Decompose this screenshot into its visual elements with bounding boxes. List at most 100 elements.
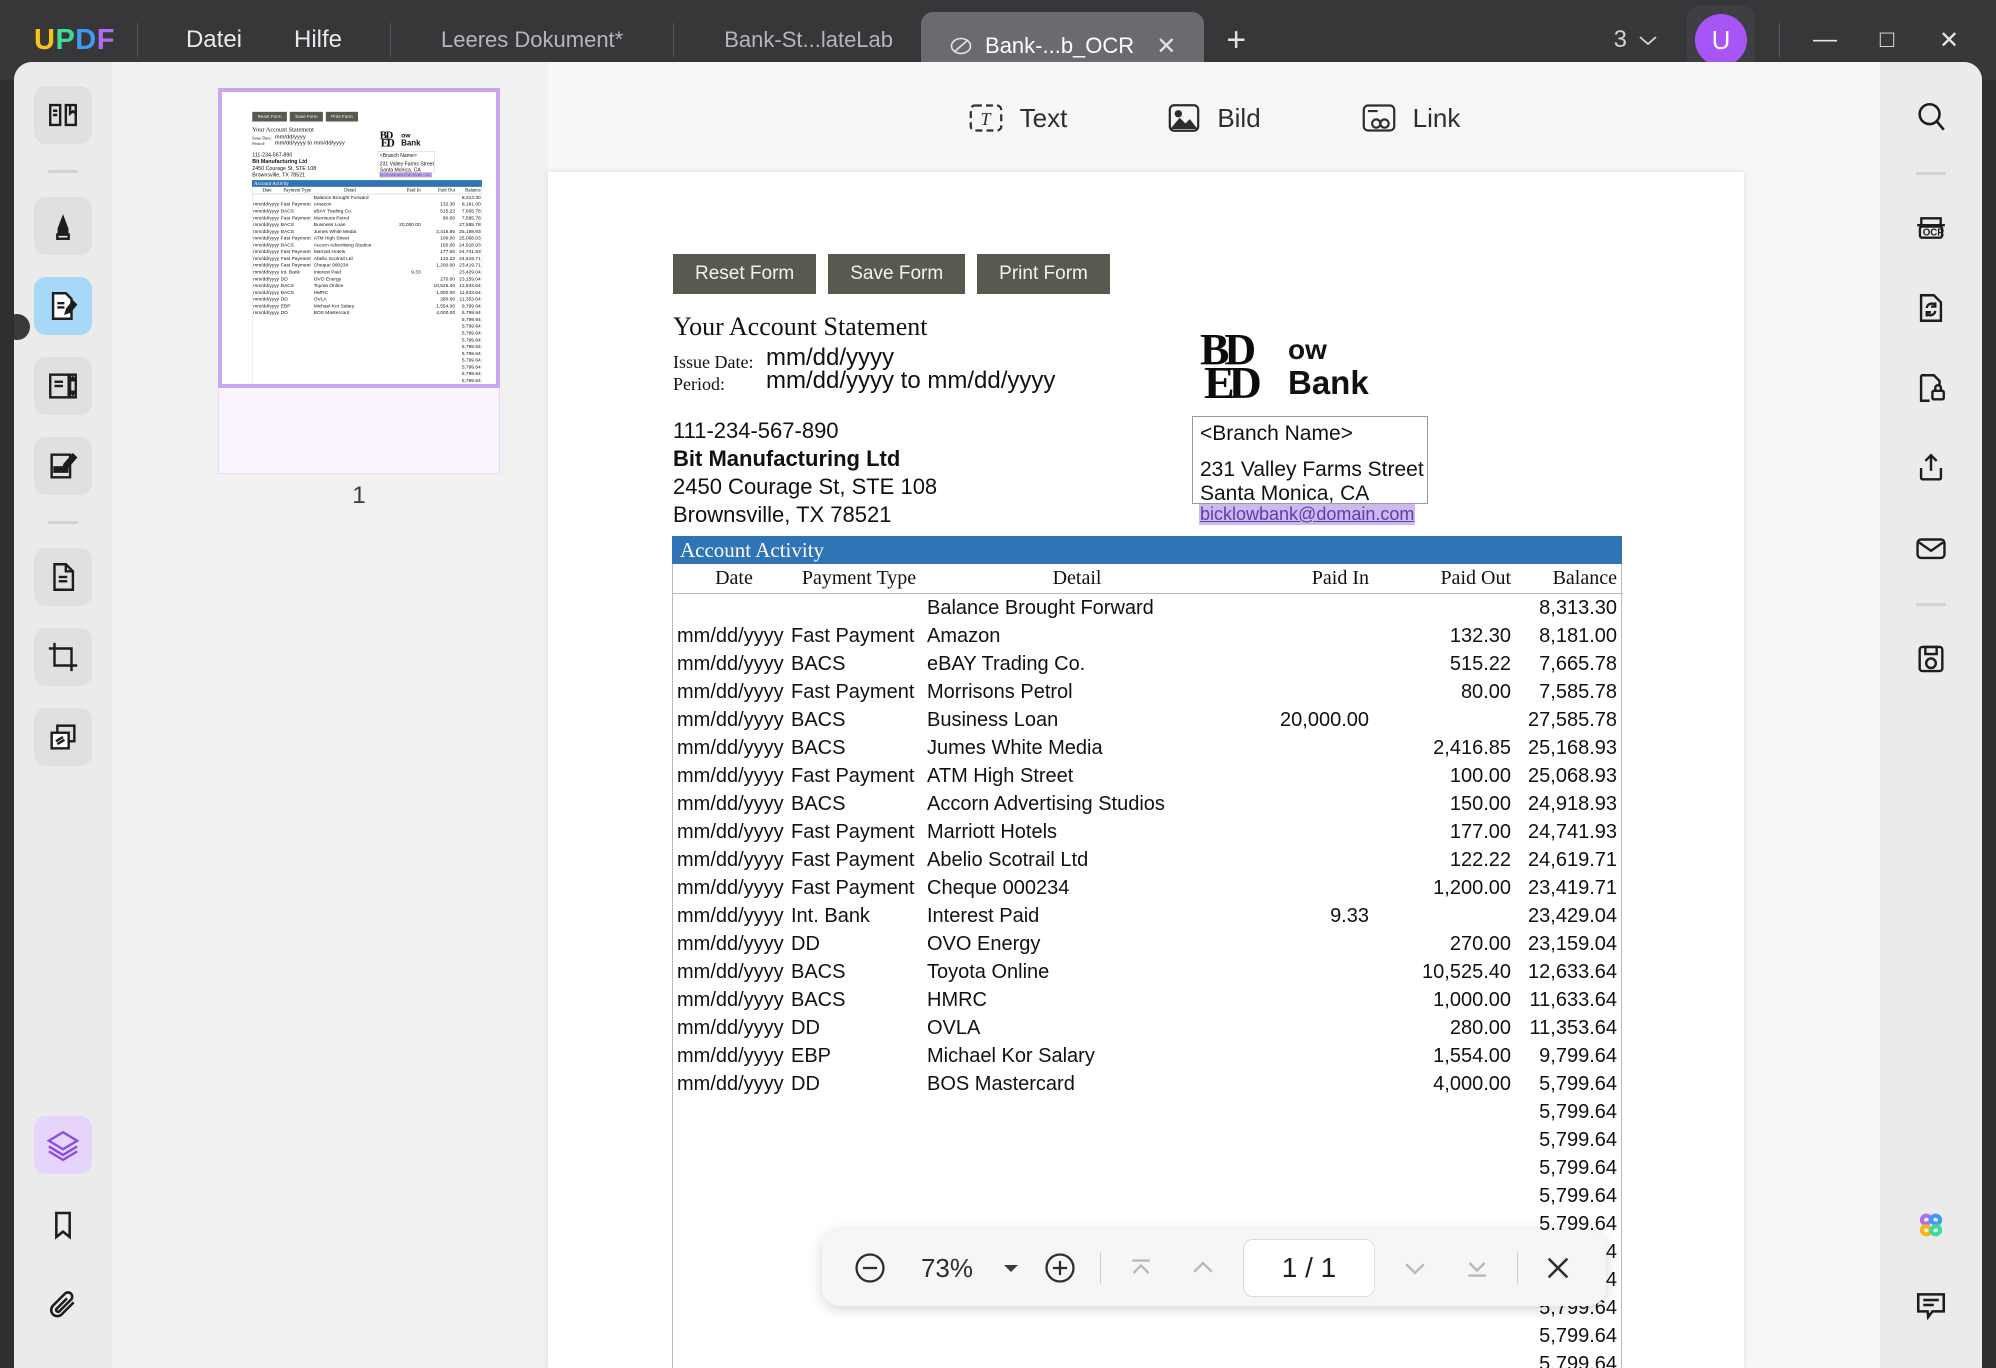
form-button-2[interactable]: Print Form <box>325 111 358 122</box>
form-button-1[interactable]: Save Form <box>289 111 323 122</box>
table-row: mm/dd/yyyy Fast Payment Abelio Scotrail … <box>673 846 1623 874</box>
right-item-convert[interactable] <box>1902 279 1960 337</box>
cell-detail <box>314 316 387 323</box>
cell-payment-type: BACS <box>791 792 846 815</box>
menu-item-datei[interactable]: Datei <box>160 26 268 54</box>
zoom-in-button[interactable] <box>1038 1246 1082 1290</box>
cell-payment-type <box>791 1126 927 1154</box>
form-button-0[interactable]: Reset Form <box>252 111 287 122</box>
cell-date: mm/dd/yyyy <box>677 1072 784 1095</box>
right-item-ai-assistant[interactable] <box>1902 1196 1960 1254</box>
branch-email-link[interactable]: bicklowbank@domain.com <box>379 172 432 178</box>
close-window-button[interactable]: ✕ <box>1918 10 1980 70</box>
menu-item-hilfe[interactable]: Hilfe <box>268 26 368 54</box>
sidebar-item-convert[interactable] <box>34 548 92 606</box>
pdf-page[interactable]: Reset Form Save Form Print Form Your Accou… <box>548 172 1744 1368</box>
cell-paid-out: 122.22 <box>440 255 456 262</box>
cell-paid-out: 122.22 <box>1449 848 1511 871</box>
cell-balance: 5,799.64 <box>461 337 481 343</box>
cell-date <box>252 357 281 364</box>
right-item-comment[interactable] <box>1902 1276 1960 1334</box>
right-item-ocr[interactable]: OCR <box>1902 199 1960 257</box>
next-page-button[interactable] <box>1393 1246 1437 1290</box>
table-row: 5,799.64 <box>673 1322 1623 1350</box>
form-button-0[interactable]: Reset Form <box>673 254 817 294</box>
sidebar-item-reader-mode[interactable] <box>34 86 92 144</box>
sidebar-item-edit-pdf[interactable] <box>34 277 92 335</box>
annotate-highlighter-icon <box>46 209 80 243</box>
sidebar-item-annotate[interactable] <box>34 197 92 255</box>
cell-paid-out <box>1369 594 1511 623</box>
cell-date <box>673 1350 791 1368</box>
tab-close-icon[interactable]: ✕ <box>1156 32 1176 61</box>
sidebar-item-layers[interactable] <box>34 1116 92 1174</box>
form-button-2[interactable]: Print Form <box>977 254 1110 294</box>
cell-detail: BOS Mastercard <box>927 1072 1075 1095</box>
window-count-value: 3 <box>1613 26 1627 53</box>
sidebar-item-organize-pages[interactable] <box>34 357 92 415</box>
cell-date <box>252 194 281 201</box>
sidebar-item-bookmarks[interactable] <box>34 1196 92 1254</box>
table-row: mm/dd/yyyy Fast Payment Morrisons Petrol… <box>252 214 482 221</box>
edit-tool-image[interactable]: Bild <box>1167 102 1261 134</box>
minimize-button[interactable]: — <box>1794 10 1856 70</box>
edit-tool-link[interactable]: Link <box>1361 102 1460 134</box>
zoom-dropdown-icon[interactable] <box>1002 1262 1020 1274</box>
panel-collapse-handle[interactable] <box>14 314 30 340</box>
company-address-line-2: Brownsville, TX 78521 <box>252 171 306 178</box>
right-item-search[interactable] <box>1902 88 1960 146</box>
right-item-save-as[interactable] <box>1902 630 1960 688</box>
sidebar-item-fill-and-sign[interactable] <box>34 437 92 495</box>
right-item-share[interactable] <box>1902 439 1960 497</box>
cell-detail: Balance Brought Forward <box>927 596 1154 619</box>
cell-paid-out: 1,554.00 <box>1433 1044 1511 1067</box>
branch-name: <Branch Name> <box>379 152 417 159</box>
cell-payment-type: Int. Bank <box>280 269 300 275</box>
previous-page-button[interactable] <box>1181 1246 1225 1290</box>
cell-detail: BOS Mastercard <box>313 309 350 316</box>
cell-detail <box>927 1322 1227 1350</box>
window-count-dropdown[interactable]: 3 <box>1596 26 1677 54</box>
cell-paid-in <box>386 262 420 269</box>
statement-title: Your Account Statement <box>673 312 928 341</box>
cell-date: mm/dd/yyyy <box>677 932 784 955</box>
cell-detail <box>314 330 387 337</box>
zoom-level-value[interactable]: 73% <box>910 1253 984 1284</box>
maximize-button[interactable]: □ <box>1856 10 1918 70</box>
cell-payment-type: BACS <box>791 708 846 731</box>
period-field[interactable]: mm/dd/yyyy to mm/dd/yyyy <box>275 139 345 146</box>
edit-tool-text[interactable]: T Text <box>968 102 1067 134</box>
updf-logo[interactable]: U P D F <box>34 24 115 57</box>
close-toolbar-button[interactable] <box>1536 1246 1580 1290</box>
right-item-protect[interactable] <box>1902 359 1960 417</box>
table-row: mm/dd/yyyy DD OVO Energy 270.00 23,159.0… <box>252 275 482 282</box>
period-field[interactable]: mm/dd/yyyy to mm/dd/yyyy <box>766 367 1055 395</box>
table-row: mm/dd/yyyy DD BOS Mastercard 4,000.00 5,… <box>252 309 482 316</box>
thumbnail-panel: Reset Form Save Form Print Form Your Accou… <box>112 62 548 1368</box>
cell-paid-out <box>1369 1154 1511 1182</box>
sidebar-item-batch-process[interactable] <box>34 708 92 766</box>
cell-paid-in <box>386 228 420 235</box>
zoom-out-button[interactable] <box>848 1246 892 1290</box>
cell-balance: 25,168.93 <box>1528 736 1617 759</box>
form-button-1[interactable]: Save Form <box>828 254 966 294</box>
cell-date: mm/dd/yyyy <box>253 282 280 289</box>
branch-email-link[interactable]: bicklowbank@domain.com <box>1199 504 1416 525</box>
sidebar-item-attachments[interactable] <box>34 1276 92 1334</box>
thumbnail-page-1[interactable]: Reset Form Save Form Print Form Your Accou… <box>218 88 500 388</box>
cell-detail: Michael Kor Salary <box>927 1044 1095 1067</box>
save-as-icon <box>1914 642 1948 676</box>
last-page-button[interactable] <box>1455 1246 1499 1290</box>
company-address-line-1: 2450 Courage St, STE 108 <box>673 474 938 499</box>
page-indicator-input[interactable]: 1 / 1 <box>1243 1239 1375 1297</box>
cell-payment-type <box>791 1350 927 1368</box>
right-item-email[interactable] <box>1902 519 1960 577</box>
table-header-row: Date Payment Type Detail Paid In Paid Out Bal… <box>673 564 1623 594</box>
first-page-button[interactable] <box>1119 1246 1163 1290</box>
new-tab-button[interactable]: + <box>1204 21 1268 60</box>
cell-balance: 11,353.64 <box>1529 1016 1618 1039</box>
cell-balance: 5,799.64 <box>461 357 481 363</box>
left-tool-rail <box>14 62 112 1368</box>
sidebar-item-crop[interactable] <box>34 628 92 686</box>
table-row: mm/dd/yyyy BACS Business Loan 20,000.00 … <box>252 221 482 228</box>
